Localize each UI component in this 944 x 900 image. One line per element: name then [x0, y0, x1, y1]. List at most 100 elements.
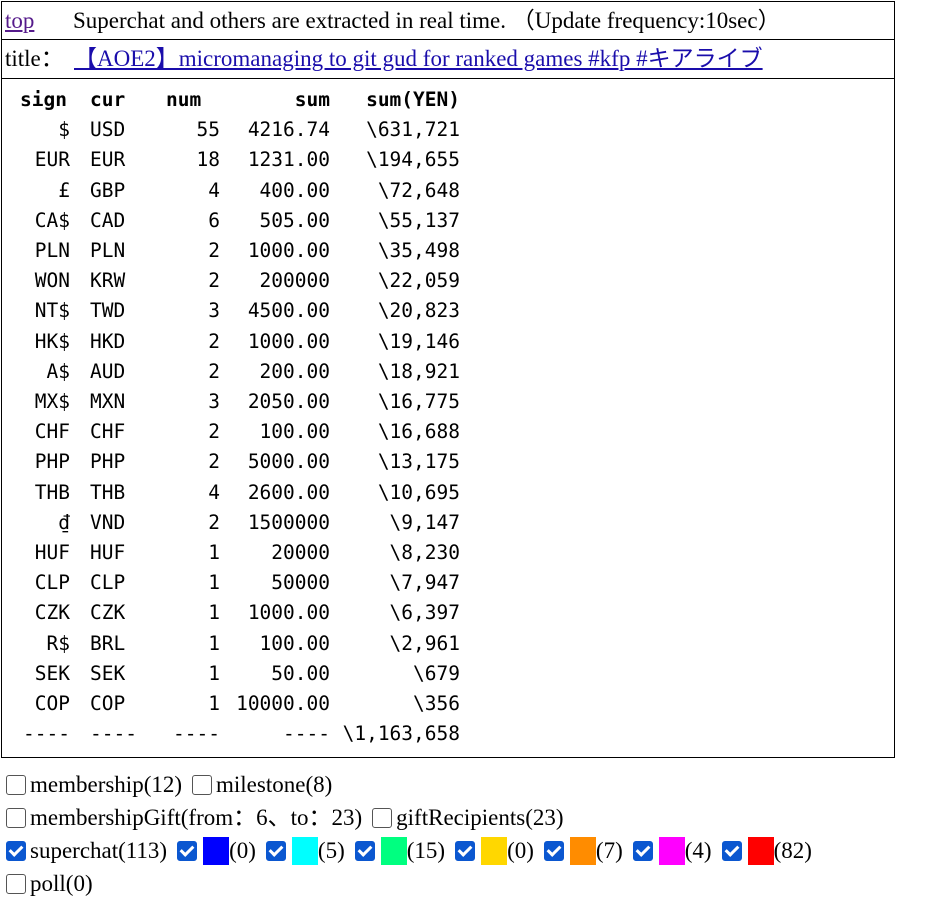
tier-6-color-swatch	[747, 836, 774, 865]
sign-cell: R$	[46, 631, 70, 655]
table-wrapper: sign cur num sum sum(YEN) $ USD 55 4216.74 \…	[2, 79, 894, 757]
sum-cell: 2600.00	[247, 480, 330, 504]
tier-6-checkbox[interactable]	[721, 840, 742, 861]
cur-cell: CHF	[90, 420, 126, 444]
sum-cell: 200000	[259, 269, 330, 293]
cur-cell: CZK	[90, 601, 126, 625]
total-cur-cell: ----	[90, 722, 137, 746]
tier-0-color-swatch	[203, 836, 230, 865]
sum-cell: 10000.00	[236, 692, 330, 716]
sign-cell: COP	[34, 692, 70, 716]
table-row: COP COP 1 10000.00 \356	[18, 689, 460, 719]
sign-cell: £	[58, 178, 70, 202]
num-cell: 2	[208, 239, 220, 263]
tier-2-color-swatch	[380, 836, 407, 865]
table-row: ₫ VND 2 1500000 \9,147	[18, 508, 460, 538]
table-row: CHF CHF 2 100.00 \16,688	[18, 417, 460, 447]
num-cell: 1	[208, 601, 220, 625]
cur-cell: PHP	[90, 450, 126, 474]
cur-cell: KRW	[90, 269, 126, 293]
table-row: THB THB 4 2600.00 \10,695	[18, 478, 460, 508]
num-cell: 2	[208, 450, 220, 474]
num-cell: 2	[208, 359, 220, 383]
video-title-link[interactable]: 【AOE2】micromanaging to git gud for ranke…	[74, 40, 763, 78]
top-link[interactable]: top	[5, 2, 34, 39]
sign-cell: WON	[34, 269, 70, 293]
tier-1-checkbox[interactable]	[265, 840, 286, 861]
cur-cell: AUD	[90, 359, 126, 383]
membership-label: membership(12)	[30, 772, 183, 797]
tier-0-checkbox[interactable]	[177, 840, 198, 861]
sign-cell: NT$	[34, 299, 70, 323]
header-row: top Superchat and others are extracted i…	[2, 2, 894, 40]
tier-2-checkbox[interactable]	[354, 840, 375, 861]
num-cell: 3	[208, 299, 220, 323]
sign-cell: HUF	[34, 541, 70, 565]
tier-5-checkbox[interactable]	[632, 840, 653, 861]
cur-cell: THB	[90, 480, 126, 504]
yen-cell: \20,823	[377, 299, 460, 323]
membership-gift-checkbox[interactable]	[6, 807, 26, 828]
tier-3-checkbox[interactable]	[455, 840, 476, 861]
num-cell: 1	[208, 692, 220, 716]
yen-cell: \35,498	[377, 239, 460, 263]
yen-cell: \2,961	[389, 631, 460, 655]
table-row: CZK CZK 1 1000.00 \6,397	[18, 598, 460, 628]
table-row: $ USD 55 4216.74 \631,721	[18, 115, 460, 145]
table-row: PHP PHP 2 5000.00 \13,175	[18, 447, 460, 477]
num-cell: 55	[196, 118, 220, 142]
cur-cell: CAD	[90, 208, 126, 232]
sum-cell: 1000.00	[247, 239, 330, 263]
total-num-cell: ----	[173, 722, 220, 746]
tier-1-color-swatch	[291, 836, 318, 865]
title-row: title： 【AOE2】micromanaging to git gud fo…	[2, 40, 894, 79]
gift-recipients-checkbox[interactable]	[372, 807, 393, 828]
membership-checkbox[interactable]	[6, 774, 26, 795]
column-header-num: num	[166, 88, 202, 111]
table-row: PLN PLN 2 1000.00 \35,498	[18, 236, 460, 266]
num-cell: 6	[208, 208, 220, 232]
sign-cell: CHF	[34, 420, 70, 444]
tier-5-count: (4)	[684, 838, 712, 863]
update-info-text: Superchat and others are extracted in re…	[73, 8, 781, 33]
filter-row-1: membership(12) milestone(8)	[6, 768, 812, 801]
sign-cell: A$	[46, 359, 70, 383]
sum-cell: 400.00	[259, 178, 330, 202]
table-row: HK$ HKD 2 1000.00 \19,146	[18, 327, 460, 357]
sum-cell: 100.00	[259, 420, 330, 444]
cur-cell: MXN	[90, 390, 126, 414]
gift-recipients-label: giftRecipients(23)	[396, 805, 564, 830]
tier-4-color-swatch	[569, 836, 596, 865]
milestone-checkbox[interactable]	[192, 774, 213, 795]
sum-cell: 100.00	[259, 631, 330, 655]
cur-cell: BRL	[90, 631, 126, 655]
num-cell: 18	[196, 148, 220, 172]
summary-frame: top Superchat and others are extracted i…	[1, 1, 895, 759]
cur-cell: COP	[90, 692, 126, 716]
sum-cell: 200.00	[259, 359, 330, 383]
column-header-cur: cur	[90, 88, 126, 111]
yen-cell: \9,147	[389, 510, 460, 534]
sign-cell: CA$	[34, 208, 70, 232]
poll-checkbox[interactable]	[6, 873, 26, 894]
table-row: A$ AUD 2 200.00 \18,921	[18, 357, 460, 387]
tier-2-count: (15)	[406, 838, 446, 863]
sum-cell: 5000.00	[247, 450, 330, 474]
yen-cell: \19,146	[377, 329, 460, 353]
sum-cell: 20000	[271, 541, 330, 565]
num-cell: 2	[208, 329, 220, 353]
milestone-label: milestone(8)	[216, 772, 333, 797]
sum-cell: 1000.00	[247, 329, 330, 353]
tier-4-checkbox[interactable]	[543, 840, 564, 861]
num-cell: 1	[208, 541, 220, 565]
sum-cell: 1000.00	[247, 601, 330, 625]
superchat-checkbox[interactable]	[6, 840, 26, 861]
yen-cell: \194,655	[366, 148, 460, 172]
tier-6-count: (82)	[773, 838, 812, 863]
sign-cell: THB	[34, 480, 70, 504]
num-cell: 2	[208, 269, 220, 293]
poll-label: poll(0)	[30, 871, 93, 896]
sum-cell: 50.00	[271, 661, 330, 685]
yen-cell: \22,059	[377, 269, 460, 293]
table-row: EUR EUR 18 1231.00 \194,655	[18, 145, 460, 175]
